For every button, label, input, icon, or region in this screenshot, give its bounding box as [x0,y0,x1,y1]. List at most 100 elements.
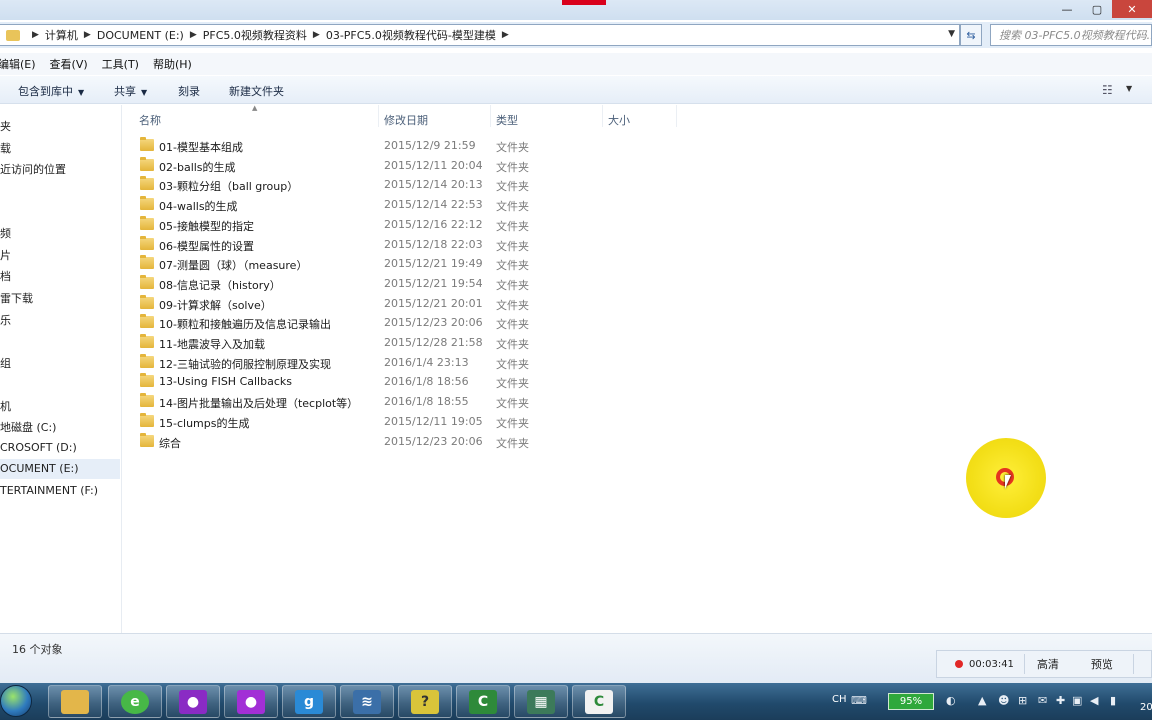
record-icon[interactable] [955,660,963,668]
menu-tools[interactable]: 工具(T) [102,56,139,72]
taskbar-help[interactable]: ? [398,685,452,718]
nav-item-computer[interactable]: 机 [0,398,11,414]
nav-item-drive-c[interactable]: 地磁盘 (C:) [0,419,56,435]
file-name[interactable]: 05-接触模型的指定 [159,218,254,234]
menu-edit[interactable]: 编辑(E) [0,56,36,72]
menu-help[interactable]: 帮助(H) [153,56,192,72]
file-row[interactable]: 15-clumps的生成 2015/12/11 19:05 文件夹 [126,412,546,431]
chevron-right-icon[interactable]: ▶ [84,30,91,40]
taskbar-app[interactable]: g [282,685,336,718]
nav-item-thunder-downloads[interactable]: 雷下载 [0,290,33,306]
file-row[interactable]: 02-balls的生成 2015/12/11 20:04 文件夹 [126,156,546,175]
taskbar-browser[interactable]: e [108,685,162,718]
nav-item-videos[interactable]: 频 [0,225,11,241]
file-name[interactable]: 综合 [159,435,181,451]
file-row[interactable]: 01-模型基本组成 2015/12/9 21:59 文件夹 [126,136,546,155]
clock[interactable]: 20 [1140,702,1152,713]
taskbar-pfc-app[interactable]: ● [166,685,220,718]
burn-button[interactable]: 刻录 [178,83,200,99]
nav-item-pictures[interactable]: 片 [0,247,11,263]
volume-icon[interactable]: ◀ [1090,694,1098,707]
file-row[interactable]: 09-计算求解（solve） 2015/12/21 20:01 文件夹 [126,294,546,313]
file-row[interactable]: 13-Using FISH Callbacks 2016/1/8 18:56 文件夹 [126,372,546,391]
file-name[interactable]: 04-walls的生成 [159,198,238,214]
share-button[interactable]: 共享 ▼ [114,83,147,99]
preview-button[interactable]: 预览 [1091,656,1113,672]
breadcrumb-drive-e[interactable]: DOCUMENT (E:) [97,29,184,42]
chevron-right-icon[interactable]: ▶ [313,30,320,40]
file-row[interactable]: 综合 2015/12/23 20:06 文件夹 [126,432,546,451]
breadcrumb-current-folder[interactable]: 03-PFC5.0视频教程代码-模型建模 [326,27,496,43]
taskbar-pfc-app-2[interactable]: ● [224,685,278,718]
file-row[interactable]: 07-测量圆（球）（measure） 2015/12/21 19:49 文件夹 [126,254,546,273]
nav-item-drive-f[interactable]: TERTAINMENT (F:) [0,484,98,497]
menu-view[interactable]: 查看(V) [50,56,88,72]
file-row[interactable]: 03-颗粒分组（ball group） 2015/12/14 20:13 文件夹 [126,175,546,194]
refresh-button[interactable]: ⇆ [960,24,982,46]
chevron-right-icon[interactable]: ▶ [190,30,197,40]
column-divider[interactable] [490,105,491,127]
file-name[interactable]: 11-地震波导入及加载 [159,336,265,352]
chevron-down-icon[interactable]: ▼ [1126,84,1132,93]
taskbar-camtasia-2[interactable]: C [572,685,626,718]
file-name[interactable]: 10-颗粒和接触遍历及信息记录输出 [159,316,331,332]
file-name[interactable]: 13-Using FISH Callbacks [159,375,292,388]
minimize-button[interactable]: — [1052,0,1082,18]
file-name[interactable]: 14-图片批量输出及后处理（tecplot等） [159,395,358,411]
close-button[interactable]: ✕ [1112,0,1152,18]
taskbar-explorer[interactable] [48,685,102,718]
search-input[interactable]: 搜索 03-PFC5.0视频教程代码... [990,24,1152,46]
maximize-button[interactable]: ▢ [1082,0,1112,18]
input-language[interactable]: CH [832,694,847,705]
breadcrumb-course-materials[interactable]: PFC5.0视频教程资料 [203,27,307,43]
view-options-icon[interactable]: ☷ [1102,83,1113,97]
file-name[interactable]: 12-三轴试验的伺服控制原理及实现 [159,356,331,372]
column-header-size[interactable]: 大小 [608,112,630,128]
chevron-down-icon[interactable]: ▼ [948,29,955,39]
file-name[interactable]: 08-信息记录（history） [159,277,281,293]
file-name[interactable]: 07-测量圆（球）（measure） [159,257,307,273]
column-header-name[interactable]: 名称 [139,112,161,128]
tray-app-icon[interactable]: ☻ [998,694,1009,707]
address-bar[interactable]: ▶ 计算机 ▶ DOCUMENT (E:) ▶ PFC5.0视频教程资料 ▶ 0… [0,24,960,46]
nav-item-recent-places[interactable]: 近访问的位置 [0,161,66,177]
file-name[interactable]: 02-balls的生成 [159,159,236,175]
file-row[interactable]: 08-信息记录（history） 2015/12/21 19:54 文件夹 [126,274,546,293]
file-row[interactable]: 10-颗粒和接触遍历及信息记录输出 2015/12/23 20:06 文件夹 [126,313,546,332]
file-name[interactable]: 15-clumps的生成 [159,415,249,431]
network-icon[interactable]: ▮ [1110,694,1116,707]
file-name[interactable]: 06-模型属性的设置 [159,238,254,254]
chevron-right-icon[interactable]: ▶ [502,30,509,40]
show-hidden-icons-icon[interactable]: ▲ [978,694,986,707]
column-divider[interactable] [676,105,677,127]
nav-item[interactable]: 载 [0,140,11,156]
nav-item-drive-e[interactable]: OCUMENT (E:) [0,459,120,479]
taskbar-python[interactable]: ≋ [340,685,394,718]
tray-app-icon[interactable]: ◐ [946,694,956,707]
tray-app-icon[interactable]: ✉ [1038,694,1047,707]
start-button[interactable] [0,685,32,717]
file-row[interactable]: 05-接触模型的指定 2015/12/16 22:12 文件夹 [126,215,546,234]
new-folder-button[interactable]: 新建文件夹 [229,83,284,99]
include-in-library-button[interactable]: 包含到库中 ▼ [18,83,84,99]
tray-app-icon[interactable]: ✚ [1056,694,1065,707]
column-divider[interactable] [602,105,603,127]
file-row[interactable]: 14-图片批量输出及后处理（tecplot等） 2016/1/8 18:55 文件夹 [126,392,546,411]
chevron-right-icon[interactable]: ▶ [32,30,39,40]
windows-flag-icon[interactable]: ⊞ [1018,694,1027,707]
file-row[interactable]: 12-三轴试验的伺服控制原理及实现 2016/1/4 23:13 文件夹 [126,353,546,372]
breadcrumb-computer[interactable]: 计算机 [45,27,78,43]
nav-item[interactable]: 夹 [0,118,11,134]
file-row[interactable]: 04-walls的生成 2015/12/14 22:53 文件夹 [126,195,546,214]
file-name[interactable]: 03-颗粒分组（ball group） [159,178,298,194]
keyboard-icon[interactable]: ⌨ [851,694,867,707]
file-name[interactable]: 01-模型基本组成 [159,139,243,155]
nav-item-music[interactable]: 乐 [0,312,11,328]
taskbar-app-grid[interactable]: ▦ [514,685,568,718]
file-name[interactable]: 09-计算求解（solve） [159,297,272,313]
file-row[interactable]: 11-地震波导入及加载 2015/12/28 21:58 文件夹 [126,333,546,352]
tray-app-icon[interactable]: ▣ [1072,694,1082,707]
column-header-date[interactable]: 修改日期 [384,112,428,128]
nav-item-homegroup[interactable]: 组 [0,355,11,371]
taskbar-camtasia[interactable]: C [456,685,510,718]
